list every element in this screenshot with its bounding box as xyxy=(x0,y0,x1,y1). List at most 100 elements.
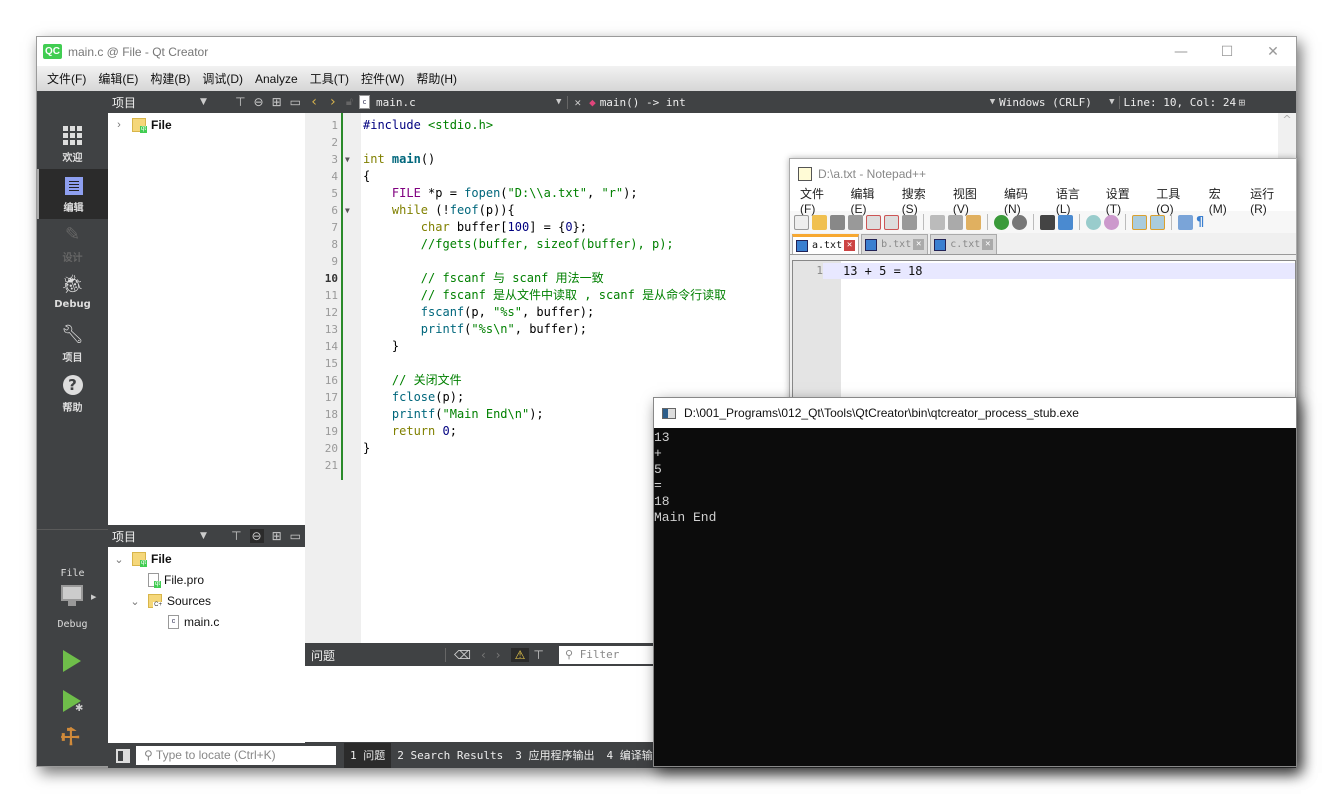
maximize-button[interactable]: ☐ xyxy=(1204,37,1250,66)
locator-input[interactable]: ⚲ Type to locate (Ctrl+K) xyxy=(136,746,336,765)
symbol-select[interactable]: main() -> int xyxy=(600,96,990,109)
save-all-icon[interactable] xyxy=(848,214,863,230)
mode-welcome[interactable]: 欢迎 xyxy=(37,119,108,169)
mode-debug[interactable]: 🐞︎ Debug xyxy=(37,269,108,319)
close-file-icon[interactable] xyxy=(866,214,881,230)
fold-arrow-icon[interactable]: ▼ xyxy=(345,151,350,168)
new-file-icon[interactable] xyxy=(794,214,809,230)
minimize-button[interactable]: — xyxy=(1158,37,1204,66)
npp-menu-encoding[interactable]: 编码(N) xyxy=(998,185,1050,216)
npp-text-editor[interactable]: 1 13 + 5 = 18 xyxy=(792,260,1296,407)
tree-item-pro-file[interactable]: File.pro xyxy=(148,570,204,590)
run-button[interactable] xyxy=(63,650,81,672)
chevron-down-icon[interactable]: ⌄ xyxy=(128,595,142,608)
undo-icon[interactable] xyxy=(994,214,1009,230)
filter-icon[interactable]: ⊤ xyxy=(235,95,245,109)
npp-menu-run[interactable]: 运行(R) xyxy=(1244,185,1296,216)
print-icon[interactable] xyxy=(902,214,917,230)
fold-arrow-icon[interactable]: ▼ xyxy=(345,202,350,219)
menu-analyze[interactable]: Analyze xyxy=(249,72,304,86)
menu-build[interactable]: 构建(B) xyxy=(144,70,196,87)
kit-expand-arrow-icon[interactable]: ▶ xyxy=(91,593,96,601)
kit-selector-monitor-icon[interactable] xyxy=(61,585,83,601)
pane-dropdown-icon[interactable]: ▼ xyxy=(200,97,207,107)
lock-icon[interactable]: 🔓︎ xyxy=(346,95,353,109)
close-pane-icon[interactable]: ▭ xyxy=(290,529,301,543)
replace-icon[interactable] xyxy=(1058,214,1073,230)
cut-icon[interactable] xyxy=(930,214,945,230)
word-wrap-icon[interactable] xyxy=(1178,214,1193,230)
npp-menu-language[interactable]: 语言(L) xyxy=(1050,185,1100,216)
mode-edit[interactable]: 编辑 xyxy=(37,169,108,219)
split-pane-icon[interactable]: ⊞ xyxy=(272,95,282,109)
npp-menu-edit[interactable]: 编辑(E) xyxy=(845,185,896,216)
mode-design[interactable]: ✎ 设计 xyxy=(37,219,108,269)
split-editor-icon[interactable]: ⊞ xyxy=(1239,96,1246,109)
clear-icon[interactable]: ⌫ xyxy=(445,648,471,662)
menu-widgets[interactable]: 控件(W) xyxy=(355,70,410,87)
mode-help[interactable]: ? 帮助 xyxy=(37,369,108,419)
npp-tab-a-txt[interactable]: a.txt ✕ xyxy=(792,234,860,254)
close-button[interactable]: ✕ xyxy=(1250,37,1296,66)
open-document-select[interactable]: main.c xyxy=(376,96,556,109)
next-item-icon[interactable]: › xyxy=(496,648,501,662)
npp-menu-file[interactable]: 文件(F) xyxy=(794,185,845,216)
zoom-out-icon[interactable] xyxy=(1104,214,1119,230)
output-tab-app-output[interactable]: 3 应用程序输出 xyxy=(509,743,600,768)
build-hammer-icon[interactable]: ⚒ xyxy=(55,722,87,754)
tree-item-main-c[interactable]: c main.c xyxy=(168,612,219,632)
tree-item-project[interactable]: ⌄ File xyxy=(112,549,172,569)
close-all-icon[interactable] xyxy=(884,214,899,230)
sync-horizontal-icon[interactable] xyxy=(1150,214,1165,230)
chevron-right-icon[interactable]: › xyxy=(112,119,126,131)
redo-icon[interactable] xyxy=(1012,214,1027,230)
close-pane-icon[interactable]: ▭ xyxy=(290,95,301,109)
sync-vertical-icon[interactable] xyxy=(1132,214,1147,230)
line-ending-select[interactable]: Windows (CRLF) xyxy=(999,96,1109,109)
menu-tools[interactable]: 工具(T) xyxy=(304,70,355,87)
npp-menu-view[interactable]: 视图(V) xyxy=(947,185,998,216)
zoom-in-icon[interactable] xyxy=(1086,214,1101,230)
show-all-chars-icon[interactable]: ¶ xyxy=(1196,215,1204,230)
link-sync-icon[interactable]: ⊖ xyxy=(249,529,264,543)
close-tab-icon[interactable]: ✕ xyxy=(844,240,856,251)
pane-title[interactable]: 项目 xyxy=(112,528,136,545)
line-ending-dropdown-icon[interactable]: ▼ xyxy=(1109,97,1114,107)
cursor-position[interactable]: Line: 10, Col: 24 xyxy=(1118,95,1239,109)
tree-item-project[interactable]: › File xyxy=(112,115,172,135)
npp-tab-b-txt[interactable]: b.txt ✕ xyxy=(861,234,929,254)
output-tab-search[interactable]: 2 Search Results xyxy=(391,743,509,768)
npp-menu-search[interactable]: 搜索(S) xyxy=(896,185,947,216)
filter-icon[interactable]: ⊤ xyxy=(533,648,543,662)
copy-icon[interactable] xyxy=(948,214,963,230)
npp-menu-settings[interactable]: 设置(T) xyxy=(1100,185,1151,216)
back-arrow-icon[interactable]: ‹ xyxy=(310,94,318,110)
pane-title[interactable]: 项目 xyxy=(112,94,136,111)
mode-projects[interactable]: 🔧︎ 项目 xyxy=(37,319,108,369)
pane-dropdown-icon[interactable]: ▼ xyxy=(200,531,207,541)
close-tab-icon[interactable]: ✕ xyxy=(913,239,925,250)
menu-edit[interactable]: 编辑(E) xyxy=(92,70,144,87)
symbol-dropdown-icon[interactable]: ▼ xyxy=(990,97,995,107)
close-document-icon[interactable]: ✕ xyxy=(567,95,581,109)
save-icon[interactable] xyxy=(830,214,845,230)
npp-tab-c-txt[interactable]: c.txt ✕ xyxy=(930,234,998,254)
open-file-icon[interactable] xyxy=(812,214,827,230)
menu-debug[interactable]: 调试(D) xyxy=(196,70,249,87)
link-sync-icon[interactable]: ⊖ xyxy=(254,95,264,109)
prev-item-icon[interactable]: ‹ xyxy=(481,648,486,662)
tree-item-sources[interactable]: ⌄ Sources xyxy=(128,591,211,611)
document-dropdown-icon[interactable]: ▼ xyxy=(556,97,561,107)
code-line[interactable]: 2 xyxy=(331,134,1276,151)
npp-menu-macro[interactable]: 宏(M) xyxy=(1203,185,1244,216)
menu-file[interactable]: 文件(F) xyxy=(41,70,92,87)
toggle-sidebar-icon[interactable] xyxy=(116,748,130,763)
split-pane-icon[interactable]: ⊞ xyxy=(272,529,282,543)
npp-menu-tools[interactable]: 工具(O) xyxy=(1150,185,1202,216)
chevron-down-icon[interactable]: ⌄ xyxy=(112,553,126,566)
code-line[interactable]: 1 #include <stdio.h> xyxy=(331,117,1276,134)
paste-icon[interactable] xyxy=(966,214,981,230)
forward-arrow-icon[interactable]: › xyxy=(328,94,336,110)
output-tab-issues[interactable]: 1 问题 xyxy=(344,743,392,768)
menu-help[interactable]: 帮助(H) xyxy=(410,70,463,87)
